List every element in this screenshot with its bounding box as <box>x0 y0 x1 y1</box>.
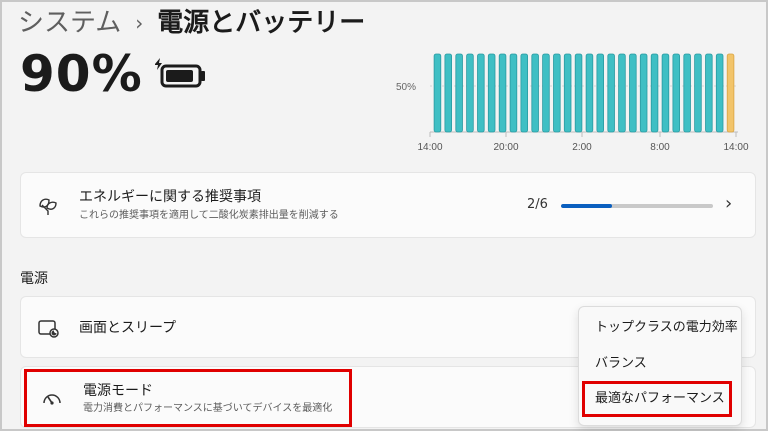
chart-bar[interactable] <box>607 53 615 133</box>
recommendations-subtitle: これらの推奨事項を適用して二酸化炭素排出量を削減する <box>79 210 339 221</box>
chart-bar[interactable] <box>683 53 691 133</box>
chart-bar[interactable] <box>629 53 637 133</box>
battery-usage-chart-svg: 50% 14:00 20:00 2:00 8:00 14:00 <box>396 53 749 153</box>
recommendations-progress-fill <box>561 204 612 208</box>
battery-usage-chart: 50% 14:00 20:00 2:00 8:00 14:00 <box>390 48 760 158</box>
chart-bar[interactable] <box>596 53 604 133</box>
chart-y-tick-label: 50% <box>396 82 416 93</box>
breadcrumb: システム › 電源とバッテリー <box>18 6 365 40</box>
chart-bar[interactable] <box>509 53 518 133</box>
screen-sleep-icon <box>37 317 59 339</box>
chart-bar[interactable] <box>498 53 507 133</box>
chart-x-tick-label: 14:00 <box>723 142 748 153</box>
chart-bar[interactable] <box>585 53 594 133</box>
chart-bar[interactable] <box>694 53 702 133</box>
chart-bar[interactable] <box>705 53 713 133</box>
breadcrumb-chevron-icon: › <box>135 11 144 35</box>
chevron-right-icon[interactable]: › <box>725 193 732 214</box>
section-heading-power: 電源 <box>20 271 48 287</box>
energy-recommendations-card[interactable]: エネルギーに関する推奨事項 これらの推奨事項を適用して二酸化炭素排出量を削減する… <box>20 172 756 238</box>
power-mode-highlight-box <box>24 369 352 427</box>
chart-bar-current[interactable] <box>726 53 735 133</box>
chart-bar[interactable] <box>455 53 463 133</box>
chart-bar[interactable] <box>563 53 572 133</box>
battery-icon <box>152 58 208 90</box>
breadcrumb-system-link[interactable]: システム <box>18 6 121 40</box>
chart-bar[interactable] <box>466 53 474 133</box>
recommendations-title: エネルギーに関する推奨事項 <box>79 189 261 205</box>
leaf-icon <box>37 195 59 217</box>
chart-bar[interactable] <box>531 53 539 133</box>
chart-bar[interactable] <box>574 53 583 133</box>
chart-bar[interactable] <box>553 53 561 133</box>
chart-x-tick-label: 14:00 <box>417 142 442 153</box>
chart-bar[interactable] <box>487 53 496 133</box>
chart-bar[interactable] <box>639 53 648 133</box>
screen-and-sleep-title: 画面とスリープ <box>79 320 177 336</box>
power-mode-option-best-efficiency[interactable]: トップクラスの電力効率 <box>595 319 738 337</box>
chart-bar[interactable] <box>661 53 670 133</box>
best-performance-highlight-box <box>582 381 732 417</box>
power-mode-option-balanced[interactable]: バランス <box>595 355 647 373</box>
chart-bar[interactable] <box>542 53 550 133</box>
chart-bar[interactable] <box>433 53 442 133</box>
chart-bar[interactable] <box>618 53 626 133</box>
chart-bar[interactable] <box>444 53 453 133</box>
recommendations-progress-bar <box>561 204 713 208</box>
chart-bar[interactable] <box>715 53 724 133</box>
chart-x-tick-label: 2:00 <box>572 142 592 153</box>
chart-x-tick-label: 20:00 <box>493 142 518 153</box>
recommendations-count: 2/6 <box>527 197 548 212</box>
chart-bar[interactable] <box>477 53 485 133</box>
chart-bar[interactable] <box>672 53 680 133</box>
chart-x-tick-label: 8:00 <box>650 142 670 153</box>
chart-bar[interactable] <box>520 53 528 133</box>
page-title: 電源とバッテリー <box>157 8 366 38</box>
chart-bar[interactable] <box>650 53 659 133</box>
battery-percentage: 90% <box>20 45 143 103</box>
